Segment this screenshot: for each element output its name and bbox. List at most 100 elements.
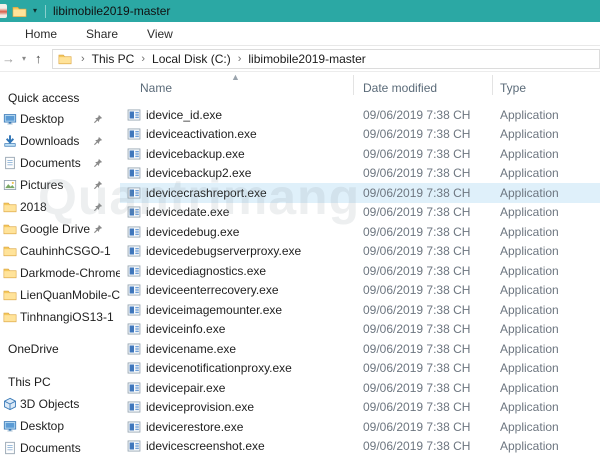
sidebar-item-downloads[interactable]: Downloads — [0, 130, 120, 152]
desktop-icon — [3, 112, 17, 126]
file-type: Application — [500, 186, 600, 200]
table-row[interactable]: idevicedebugserverproxy.exe 09/06/2019 7… — [120, 242, 600, 262]
column-divider[interactable] — [353, 75, 354, 95]
application-exe-icon — [127, 166, 141, 180]
sidebar-item-documents[interactable]: Documents — [0, 152, 120, 174]
file-date-modified: 09/06/2019 7:38 CH — [363, 205, 500, 219]
table-row[interactable]: idevicebackup2.exe 09/06/2019 7:38 CH Ap… — [120, 164, 600, 184]
sidebar-item-lienquanmobile-ca[interactable]: LienQuanMobile-Ca — [0, 284, 120, 306]
folder-icon — [3, 244, 17, 258]
application-exe-icon — [127, 342, 141, 356]
breadcrumb-chevron-icon[interactable]: › — [76, 53, 90, 65]
table-row[interactable]: idevicecrashreport.exe 09/06/2019 7:38 C… — [120, 183, 600, 203]
pictures-icon — [3, 178, 17, 192]
file-date-modified: 09/06/2019 7:38 CH — [363, 147, 500, 161]
sidebar-item-2018[interactable]: 2018 — [0, 196, 120, 218]
table-row[interactable]: ideviceenterrecovery.exe 09/06/2019 7:38… — [120, 281, 600, 301]
folder-icon — [3, 288, 17, 302]
file-date-modified: 09/06/2019 7:38 CH — [363, 166, 500, 180]
recent-locations-caret-icon[interactable]: ▾ — [22, 54, 26, 63]
file-name: idevicenotificationproxy.exe — [146, 361, 292, 375]
column-headers: ▲ Name Date modified Type — [120, 72, 600, 98]
tab-home[interactable]: Home — [25, 27, 57, 41]
table-row[interactable]: idevice_id.exe 09/06/2019 7:38 CH Applic… — [120, 105, 600, 125]
navigation-bar: → ▾ ↑ ›This PC›Local Disk (C:)›libimobil… — [0, 46, 600, 72]
folder-icon — [3, 222, 17, 236]
column-header-name[interactable]: Name — [140, 81, 172, 95]
breadcrumb-chevron-icon[interactable]: › — [136, 53, 150, 65]
sidebar-item-label: CauhinhCSGO-1 — [20, 244, 120, 258]
application-exe-icon — [127, 244, 141, 258]
title-bar: ▾ libimobile2019-master — [0, 0, 600, 22]
breadcrumb-item[interactable]: Local Disk (C:) — [150, 52, 233, 66]
table-row[interactable]: idevicebackup.exe 09/06/2019 7:38 CH App… — [120, 144, 600, 164]
objects3d-icon — [3, 397, 17, 411]
table-row[interactable]: ideviceimagemounter.exe 09/06/2019 7:38 … — [120, 300, 600, 320]
breadcrumb-item[interactable]: libimobile2019-master — [246, 52, 367, 66]
table-row[interactable]: ideviceactivation.exe 09/06/2019 7:38 CH… — [120, 125, 600, 145]
file-type: Application — [500, 205, 600, 219]
downloads-icon — [3, 134, 17, 148]
table-row[interactable]: ideviceinfo.exe 09/06/2019 7:38 CH Appli… — [120, 320, 600, 340]
application-exe-icon — [127, 205, 141, 219]
sidebar-item-this-pc[interactable]: This PC — [0, 371, 120, 393]
sidebar-item-pictures[interactable]: Pictures — [0, 174, 120, 196]
tab-view[interactable]: View — [147, 27, 173, 41]
file-date-modified: 09/06/2019 7:38 CH — [363, 361, 500, 375]
address-bar[interactable]: ›This PC›Local Disk (C:)›libimobile2019-… — [52, 49, 600, 69]
sidebar-item-tinhnangios13-1[interactable]: TinhnangiOS13-1 — [0, 306, 120, 328]
file-type: Application — [500, 322, 600, 336]
file-type: Application — [500, 127, 600, 141]
application-exe-icon — [127, 420, 141, 434]
file-date-modified: 09/06/2019 7:38 CH — [363, 108, 500, 122]
column-header-type[interactable]: Type — [500, 81, 526, 95]
folder-icon — [3, 200, 17, 214]
table-row[interactable]: idevicename.exe 09/06/2019 7:38 CH Appli… — [120, 339, 600, 359]
file-type: Application — [500, 244, 600, 258]
file-date-modified: 09/06/2019 7:38 CH — [363, 439, 500, 453]
breadcrumb-chevron-icon[interactable]: › — [233, 53, 247, 65]
sidebar-item-darkmode-chrome[interactable]: Darkmode-Chrome — [0, 262, 120, 284]
up-icon[interactable]: ↑ — [35, 52, 42, 65]
application-exe-icon — [127, 361, 141, 375]
table-row[interactable]: idevicedebug.exe 09/06/2019 7:38 CH Appl… — [120, 222, 600, 242]
application-exe-icon — [127, 225, 141, 239]
column-header-date-modified[interactable]: Date modified — [363, 81, 437, 95]
table-row[interactable]: idevicescreenshot.exe 09/06/2019 7:38 CH… — [120, 437, 600, 457]
sidebar-item-label: Documents — [20, 441, 120, 455]
breadcrumb-item[interactable]: This PC — [90, 52, 137, 66]
sidebar-item-label: Documents — [20, 156, 98, 170]
file-name: idevicecrashreport.exe — [146, 186, 267, 200]
sidebar-item-desktop[interactable]: Desktop — [0, 415, 120, 437]
table-row[interactable]: idevicenotificationproxy.exe 09/06/2019 … — [120, 359, 600, 379]
file-date-modified: 09/06/2019 7:38 CH — [363, 186, 500, 200]
documents-icon — [3, 156, 17, 170]
application-exe-icon — [127, 439, 141, 453]
sidebar-item-label: TinhnangiOS13-1 — [20, 310, 120, 324]
sidebar-item-3d-objects[interactable]: 3D Objects — [0, 393, 120, 415]
folder-icon — [58, 52, 72, 66]
sidebar: Quick access Desktop Downloads Documents… — [0, 72, 120, 459]
file-type: Application — [500, 264, 600, 278]
table-row[interactable]: idevicepair.exe 09/06/2019 7:38 CH Appli… — [120, 378, 600, 398]
sidebar-item-quick-access[interactable]: Quick access — [0, 88, 120, 108]
tab-share[interactable]: Share — [86, 27, 118, 41]
quick-access-toolbar-caret-icon[interactable]: ▾ — [33, 7, 37, 15]
file-name: idevicedebugserverproxy.exe — [146, 244, 301, 258]
file-name: idevicepair.exe — [146, 381, 225, 395]
sidebar-item-label: 3D Objects — [20, 397, 120, 411]
sidebar-item-onedrive[interactable]: OneDrive — [0, 338, 120, 360]
table-row[interactable]: ideviceprovision.exe 09/06/2019 7:38 CH … — [120, 398, 600, 418]
sidebar-item-google-drive[interactable]: Google Drive — [0, 218, 120, 240]
sidebar-item-documents[interactable]: Documents — [0, 437, 120, 459]
column-divider[interactable] — [492, 75, 493, 95]
file-date-modified: 09/06/2019 7:38 CH — [363, 342, 500, 356]
table-row[interactable]: idevicedate.exe 09/06/2019 7:38 CH Appli… — [120, 203, 600, 223]
sidebar-item-cauhinhcsgo-1[interactable]: CauhinhCSGO-1 — [0, 240, 120, 262]
forward-icon[interactable]: → — [2, 52, 15, 65]
folder-icon — [3, 266, 17, 280]
titlebar-divider — [45, 5, 46, 18]
table-row[interactable]: idevicediagnostics.exe 09/06/2019 7:38 C… — [120, 261, 600, 281]
sidebar-item-desktop[interactable]: Desktop — [0, 108, 120, 130]
table-row[interactable]: idevicerestore.exe 09/06/2019 7:38 CH Ap… — [120, 417, 600, 437]
